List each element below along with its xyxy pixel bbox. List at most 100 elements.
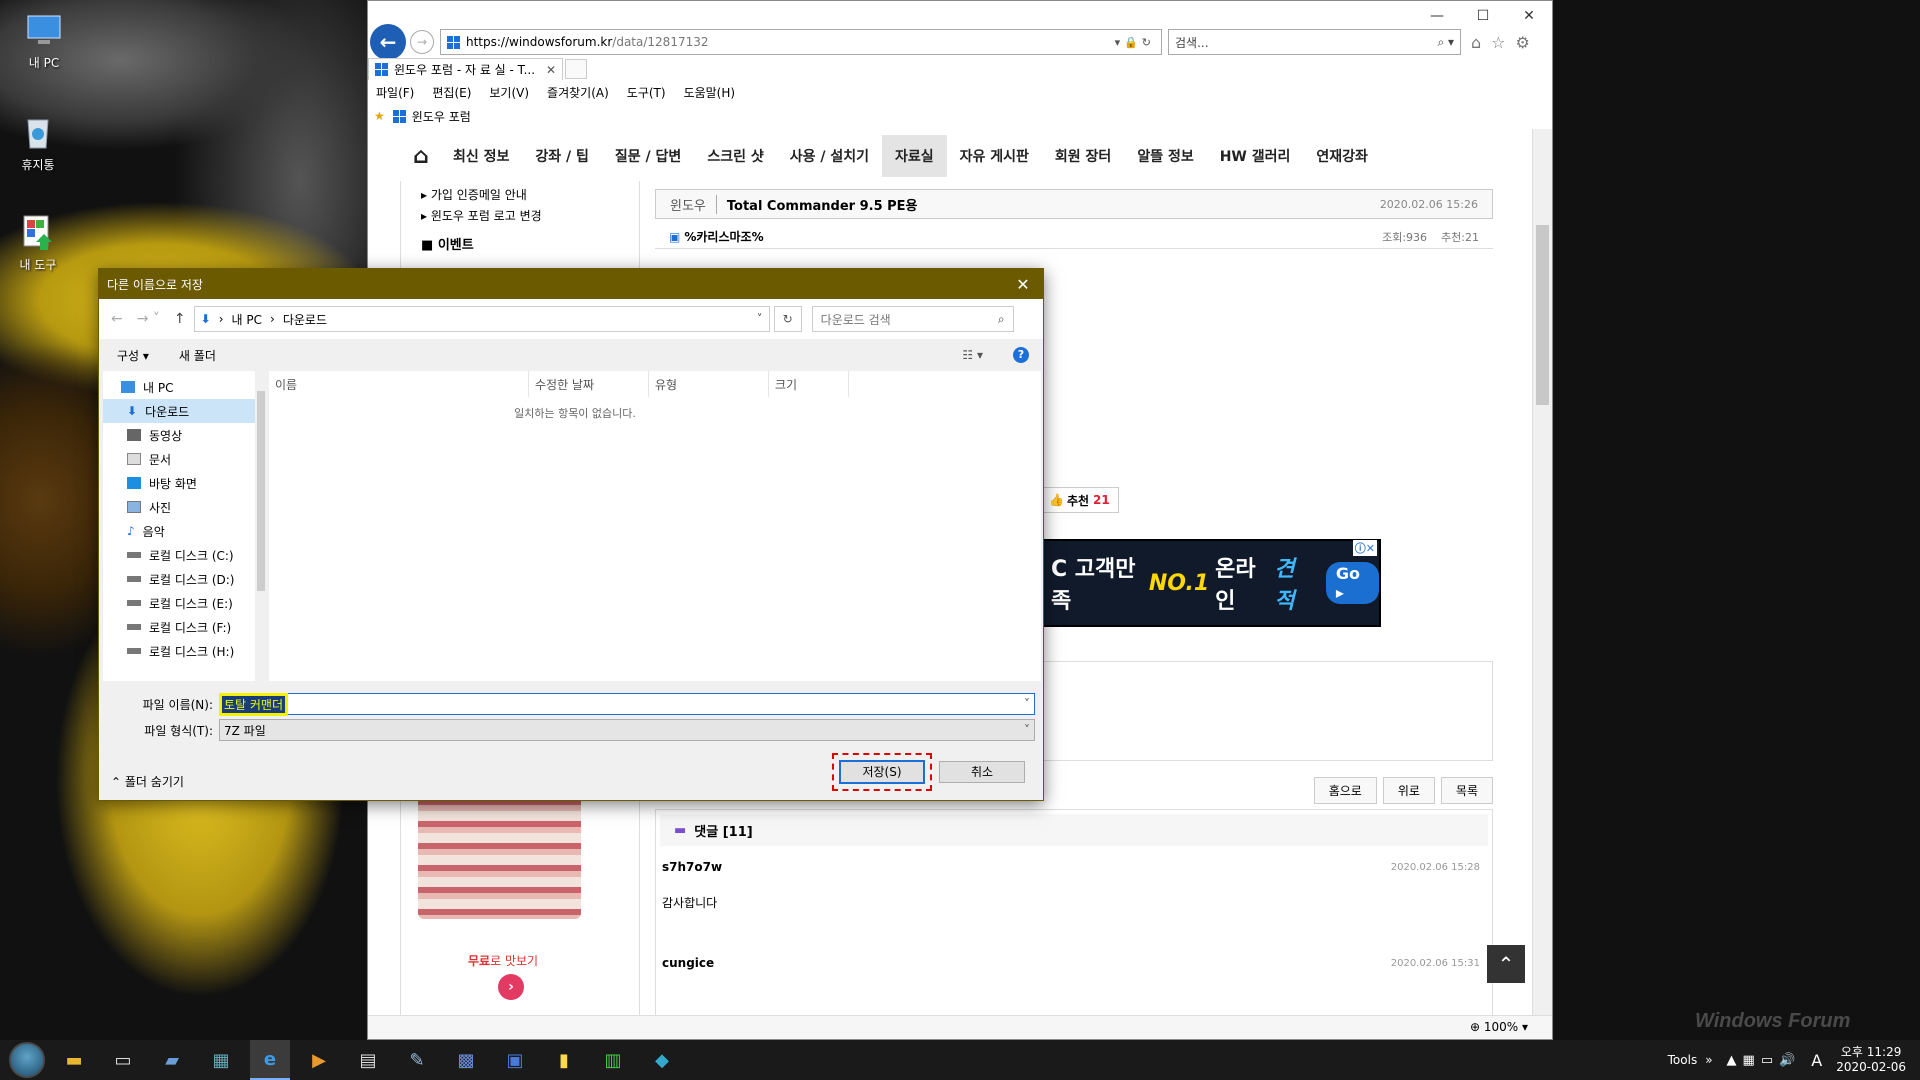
menu-view[interactable]: 보기(V) [489, 84, 529, 101]
browser-search-input[interactable]: 검색... ⌕ ▾ [1168, 29, 1461, 55]
breadcrumb-item[interactable]: 내 PC [232, 311, 262, 328]
desktop-icon-my-tools[interactable]: 내 도구 [0, 212, 76, 273]
comment-author[interactable]: s7h7o7w [662, 860, 722, 874]
tree-item-pictures[interactable]: 사진 [103, 495, 255, 519]
column-size[interactable]: 크기 [769, 371, 849, 397]
favorites-star-icon[interactable]: ☆ [1491, 33, 1505, 52]
recommend-button[interactable]: 👍 추천 21 [1040, 487, 1119, 513]
column-date-modified[interactable]: 수정한 날짜 [529, 371, 649, 397]
browser-tab[interactable]: 윈도우 포럼 - 자 료 실 - T... ✕ [368, 58, 563, 80]
document-note-icon[interactable]: ▮ [544, 1040, 584, 1080]
chevron-right-icon[interactable]: » [1705, 1053, 1712, 1067]
organize-button[interactable]: 구성 ▾ [117, 347, 149, 364]
tree-item-my-pc[interactable]: 내 PC [103, 375, 255, 399]
post-author[interactable]: %카리스마조% [684, 228, 763, 245]
refresh-icon[interactable]: ↻ [773, 306, 802, 332]
clock[interactable]: 오후 11:29 2020-02-06 [1836, 1045, 1906, 1075]
search-icon[interactable]: ⌕ ▾ [1437, 35, 1454, 50]
tree-item-drive-e[interactable]: 로컬 디스크 (E:) [103, 591, 255, 615]
address-tools-icons[interactable]: ▾🔒↻ [1115, 36, 1155, 49]
site-nav-item[interactable]: 자유 게시판 [947, 135, 1042, 177]
filetype-select[interactable]: 7Z 파일 ˅ [219, 719, 1035, 741]
column-type[interactable]: 유형 [649, 371, 769, 397]
save-button[interactable]: 저장(S) [839, 760, 925, 784]
site-nav-item[interactable]: 회원 장터 [1042, 135, 1124, 177]
tree-item-music[interactable]: ♪ 음악 [103, 519, 255, 543]
promo-arrow-icon[interactable]: › [498, 974, 524, 1000]
filename-input[interactable]: 토탈 커맨더 ˅ [218, 692, 1035, 716]
file-explorer-icon[interactable]: ▬ [54, 1040, 94, 1080]
ime-indicator[interactable]: A [1811, 1051, 1822, 1070]
media-player-icon[interactable]: ▶ [299, 1040, 339, 1080]
menu-file[interactable]: 파일(F) [376, 84, 414, 101]
page-scrollbar[interactable] [1532, 129, 1552, 1017]
view-options-icon[interactable]: ☷ ▾ [962, 348, 983, 362]
site-nav-item[interactable]: 사용 / 설치기 [777, 135, 882, 177]
notepad-icon[interactable]: ✎ [397, 1040, 437, 1080]
tree-item-drive-c[interactable]: 로컬 디스크 (C:) [103, 543, 255, 567]
terminal-icon[interactable]: ▭ [103, 1040, 143, 1080]
new-tab-button[interactable] [565, 59, 587, 79]
post-category[interactable]: 윈도우 [670, 194, 717, 214]
promo-text[interactable]: 무료로 맛보기 [468, 952, 538, 969]
hide-folders-toggle[interactable]: ⌃ 폴더 숨기기 [111, 773, 184, 790]
ad-banner[interactable]: C 고객만족 NO.1 온라인 견적 Go ▸ ⓘ✕ [1041, 539, 1381, 627]
list-button[interactable]: 목록 [1440, 777, 1493, 804]
site-nav-item[interactable]: 질문 / 답변 [602, 135, 694, 177]
ad-close-icon[interactable]: ⓘ✕ [1352, 540, 1377, 556]
sidebar-link[interactable]: ▸ 윈도우 포럼 로고 변경 [401, 206, 639, 227]
tools-toolbar[interactable]: Tools [1668, 1053, 1698, 1067]
comment-author[interactable]: cungice [662, 956, 714, 970]
address-bar[interactable]: https://windowsforum.kr/data/12817132 ▾🔒… [440, 29, 1162, 55]
cancel-button[interactable]: 취소 [939, 761, 1025, 783]
site-nav-item-active[interactable]: 자료실 [881, 135, 947, 177]
dialog-search-input[interactable]: 다운로드 검색 ⌕ [811, 306, 1014, 332]
breadcrumb-item[interactable]: 다운로드 [283, 311, 327, 328]
zoom-control[interactable]: ⊕ 100% ▾ [1470, 1020, 1528, 1034]
scroll-top-button[interactable]: ⌃ [1487, 945, 1525, 983]
tree-item-drive-h[interactable]: 로컬 디스크 (H:) [103, 639, 255, 663]
favorites-add-icon[interactable]: ★ [374, 109, 385, 123]
tree-item-drive-d[interactable]: 로컬 디스크 (D:) [103, 567, 255, 591]
favorite-link[interactable]: 윈도우 포럼 [392, 108, 471, 125]
up-button[interactable]: 위로 [1382, 777, 1435, 804]
up-arrow-icon[interactable]: ↑ [174, 311, 186, 327]
tree-item-desktop[interactable]: 바탕 화면 [103, 471, 255, 495]
settings-gear-icon[interactable]: ⚙ [1516, 33, 1530, 52]
close-icon[interactable]: ✕ [1003, 275, 1043, 294]
promo-image[interactable] [418, 789, 581, 919]
menu-favorites[interactable]: 즐겨찾기(A) [547, 84, 609, 101]
network-tool-icon[interactable]: ◆ [642, 1040, 682, 1080]
column-name[interactable]: 이름 [269, 371, 529, 397]
menu-edit[interactable]: 편집(E) [432, 84, 471, 101]
site-nav-item[interactable]: HW 갤러리 [1207, 135, 1304, 177]
save-floppy-icon[interactable]: ▣ [495, 1040, 535, 1080]
breadcrumb[interactable]: ⬇ › 내 PC › 다운로드 ˅ [193, 306, 770, 332]
app-icon[interactable]: ▰ [152, 1040, 192, 1080]
tools-app-icon[interactable]: ▥ [593, 1040, 633, 1080]
menu-help[interactable]: 도움말(H) [684, 84, 736, 101]
total-commander-icon[interactable]: ▩ [446, 1040, 486, 1080]
internet-explorer-icon[interactable]: e [250, 1040, 290, 1080]
sidebar-link[interactable]: ▸ 가입 인증메일 안내 [401, 185, 639, 206]
forward-arrow-icon[interactable]: → [410, 30, 434, 54]
site-nav-item[interactable]: 스크린 샷 [694, 135, 776, 177]
new-folder-button[interactable]: 새 폴더 [179, 347, 216, 364]
site-nav-item[interactable]: 연재강좌 [1303, 135, 1381, 177]
menu-tools[interactable]: 도구(T) [627, 84, 666, 101]
site-nav-item[interactable]: 알뜰 정보 [1124, 135, 1206, 177]
desktop-icon-recycle-bin[interactable]: 휴지통 [0, 112, 76, 173]
tree-item-drive-f[interactable]: 로컬 디스크 (F:) [103, 615, 255, 639]
scrollbar-thumb[interactable] [1536, 225, 1549, 405]
desktop-icon-my-pc[interactable]: 내 PC [6, 10, 82, 71]
tab-close-icon[interactable]: ✕ [546, 63, 556, 77]
home-button[interactable]: 홈으로 [1313, 777, 1377, 804]
back-arrow-icon[interactable]: ← [111, 311, 123, 327]
help-icon[interactable]: ? [1013, 347, 1029, 363]
site-home-icon[interactable]: ⌂ [400, 135, 440, 177]
tree-scrollbar[interactable] [255, 371, 267, 681]
image-viewer-icon[interactable]: ▤ [348, 1040, 388, 1080]
home-icon[interactable]: ⌂ [1471, 33, 1481, 52]
forward-arrow-icon[interactable]: → ˅ [137, 311, 160, 327]
start-button[interactable] [9, 1042, 45, 1078]
